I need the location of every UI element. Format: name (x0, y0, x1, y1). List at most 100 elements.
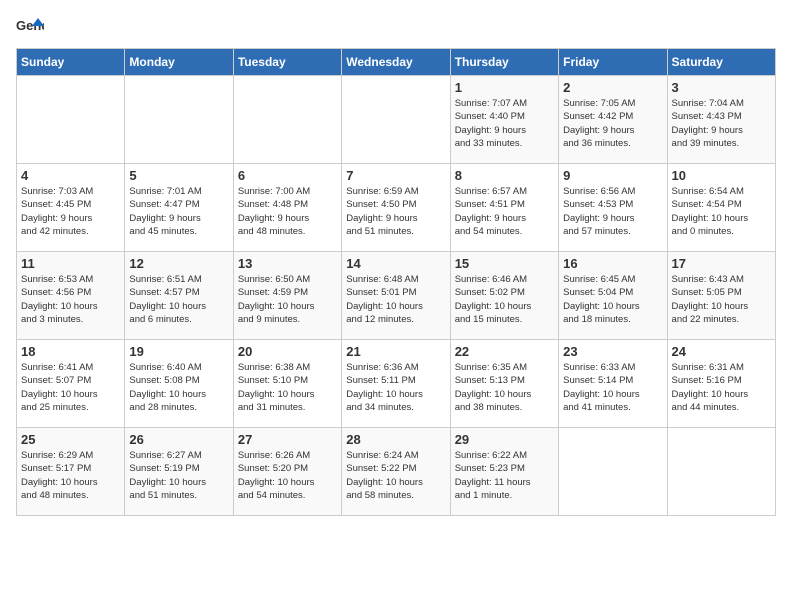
calendar-cell (125, 76, 233, 164)
day-number: 6 (238, 168, 337, 183)
calendar-cell: 1 Sunrise: 7:07 AM Sunset: 4:40 PM Daylig… (450, 76, 558, 164)
calendar-week-row: 1 Sunrise: 7:07 AM Sunset: 4:40 PM Daylig… (17, 76, 776, 164)
calendar-cell: 20 Sunrise: 6:38 AM Sunset: 5:10 PM Dayli… (233, 340, 341, 428)
day-number: 23 (563, 344, 662, 359)
day-number: 7 (346, 168, 445, 183)
calendar-cell: 4 Sunrise: 7:03 AM Sunset: 4:45 PM Daylig… (17, 164, 125, 252)
day-number: 15 (455, 256, 554, 271)
day-number: 26 (129, 432, 228, 447)
weekday-header: Tuesday (233, 49, 341, 76)
calendar-cell: 2 Sunrise: 7:05 AM Sunset: 4:42 PM Daylig… (559, 76, 667, 164)
day-number: 13 (238, 256, 337, 271)
calendar-week-row: 4 Sunrise: 7:03 AM Sunset: 4:45 PM Daylig… (17, 164, 776, 252)
day-number: 8 (455, 168, 554, 183)
weekday-header: Sunday (17, 49, 125, 76)
day-info: Sunrise: 6:56 AM Sunset: 4:53 PM Dayligh… (563, 185, 662, 238)
header: General (16, 16, 776, 38)
weekday-header: Thursday (450, 49, 558, 76)
day-info: Sunrise: 6:43 AM Sunset: 5:05 PM Dayligh… (672, 273, 771, 326)
calendar-cell: 27 Sunrise: 6:26 AM Sunset: 5:20 PM Dayli… (233, 428, 341, 516)
day-info: Sunrise: 6:51 AM Sunset: 4:57 PM Dayligh… (129, 273, 228, 326)
calendar-cell: 18 Sunrise: 6:41 AM Sunset: 5:07 PM Dayli… (17, 340, 125, 428)
day-info: Sunrise: 6:48 AM Sunset: 5:01 PM Dayligh… (346, 273, 445, 326)
day-number: 12 (129, 256, 228, 271)
day-number: 19 (129, 344, 228, 359)
calendar-cell (559, 428, 667, 516)
day-info: Sunrise: 6:22 AM Sunset: 5:23 PM Dayligh… (455, 449, 554, 502)
logo: General (16, 16, 48, 38)
day-number: 10 (672, 168, 771, 183)
weekday-header: Saturday (667, 49, 775, 76)
calendar-table: SundayMondayTuesdayWednesdayThursdayFrid… (16, 48, 776, 516)
calendar-cell (17, 76, 125, 164)
calendar-cell: 12 Sunrise: 6:51 AM Sunset: 4:57 PM Dayli… (125, 252, 233, 340)
day-number: 28 (346, 432, 445, 447)
calendar-cell: 17 Sunrise: 6:43 AM Sunset: 5:05 PM Dayli… (667, 252, 775, 340)
day-info: Sunrise: 6:45 AM Sunset: 5:04 PM Dayligh… (563, 273, 662, 326)
day-info: Sunrise: 7:04 AM Sunset: 4:43 PM Dayligh… (672, 97, 771, 150)
calendar-cell: 26 Sunrise: 6:27 AM Sunset: 5:19 PM Dayli… (125, 428, 233, 516)
day-info: Sunrise: 6:24 AM Sunset: 5:22 PM Dayligh… (346, 449, 445, 502)
calendar-cell: 7 Sunrise: 6:59 AM Sunset: 4:50 PM Daylig… (342, 164, 450, 252)
day-number: 9 (563, 168, 662, 183)
day-number: 20 (238, 344, 337, 359)
calendar-cell: 3Sunrise: 7:04 AM Sunset: 4:43 PM Daylig… (667, 76, 775, 164)
day-number: 24 (672, 344, 771, 359)
calendar-cell: 23Sunrise: 6:33 AM Sunset: 5:14 PM Dayli… (559, 340, 667, 428)
day-info: Sunrise: 6:26 AM Sunset: 5:20 PM Dayligh… (238, 449, 337, 502)
day-number: 27 (238, 432, 337, 447)
day-info: Sunrise: 6:41 AM Sunset: 5:07 PM Dayligh… (21, 361, 120, 414)
calendar-cell: 21 Sunrise: 6:36 AM Sunset: 5:11 PM Dayli… (342, 340, 450, 428)
calendar-week-row: 11 Sunrise: 6:53 AM Sunset: 4:56 PM Dayli… (17, 252, 776, 340)
day-number: 4 (21, 168, 120, 183)
day-info: Sunrise: 6:53 AM Sunset: 4:56 PM Dayligh… (21, 273, 120, 326)
day-number: 14 (346, 256, 445, 271)
day-info: Sunrise: 6:59 AM Sunset: 4:50 PM Dayligh… (346, 185, 445, 238)
day-info: Sunrise: 6:27 AM Sunset: 5:19 PM Dayligh… (129, 449, 228, 502)
day-info: Sunrise: 7:03 AM Sunset: 4:45 PM Dayligh… (21, 185, 120, 238)
day-number: 22 (455, 344, 554, 359)
weekday-header: Wednesday (342, 49, 450, 76)
calendar-cell: 19Sunrise: 6:40 AM Sunset: 5:08 PM Dayli… (125, 340, 233, 428)
weekday-header-row: SundayMondayTuesdayWednesdayThursdayFrid… (17, 49, 776, 76)
calendar-week-row: 18 Sunrise: 6:41 AM Sunset: 5:07 PM Dayli… (17, 340, 776, 428)
calendar-cell (233, 76, 341, 164)
day-info: Sunrise: 6:36 AM Sunset: 5:11 PM Dayligh… (346, 361, 445, 414)
day-number: 21 (346, 344, 445, 359)
calendar-cell: 10Sunrise: 6:54 AM Sunset: 4:54 PM Dayli… (667, 164, 775, 252)
calendar-cell: 22 Sunrise: 6:35 AM Sunset: 5:13 PM Dayli… (450, 340, 558, 428)
calendar-week-row: 25 Sunrise: 6:29 AM Sunset: 5:17 PM Dayli… (17, 428, 776, 516)
day-number: 5 (129, 168, 228, 183)
calendar-cell: 15 Sunrise: 6:46 AM Sunset: 5:02 PM Dayli… (450, 252, 558, 340)
day-info: Sunrise: 6:46 AM Sunset: 5:02 PM Dayligh… (455, 273, 554, 326)
day-number: 16 (563, 256, 662, 271)
calendar-cell (342, 76, 450, 164)
calendar-cell: 13 Sunrise: 6:50 AM Sunset: 4:59 PM Dayli… (233, 252, 341, 340)
day-info: Sunrise: 6:35 AM Sunset: 5:13 PM Dayligh… (455, 361, 554, 414)
day-info: Sunrise: 7:01 AM Sunset: 4:47 PM Dayligh… (129, 185, 228, 238)
day-info: Sunrise: 6:57 AM Sunset: 4:51 PM Dayligh… (455, 185, 554, 238)
day-info: Sunrise: 6:38 AM Sunset: 5:10 PM Dayligh… (238, 361, 337, 414)
day-number: 18 (21, 344, 120, 359)
calendar-cell (667, 428, 775, 516)
day-info: Sunrise: 6:29 AM Sunset: 5:17 PM Dayligh… (21, 449, 120, 502)
day-number: 2 (563, 80, 662, 95)
calendar-cell: 29 Sunrise: 6:22 AM Sunset: 5:23 PM Dayli… (450, 428, 558, 516)
day-number: 11 (21, 256, 120, 271)
day-number: 29 (455, 432, 554, 447)
day-number: 25 (21, 432, 120, 447)
day-info: Sunrise: 7:07 AM Sunset: 4:40 PM Dayligh… (455, 97, 554, 150)
calendar-cell: 9 Sunrise: 6:56 AM Sunset: 4:53 PM Daylig… (559, 164, 667, 252)
calendar-cell: 16 Sunrise: 6:45 AM Sunset: 5:04 PM Dayli… (559, 252, 667, 340)
calendar-cell: 24Sunrise: 6:31 AM Sunset: 5:16 PM Dayli… (667, 340, 775, 428)
calendar-cell: 5 Sunrise: 7:01 AM Sunset: 4:47 PM Daylig… (125, 164, 233, 252)
weekday-header: Monday (125, 49, 233, 76)
calendar-cell: 25 Sunrise: 6:29 AM Sunset: 5:17 PM Dayli… (17, 428, 125, 516)
day-info: Sunrise: 6:50 AM Sunset: 4:59 PM Dayligh… (238, 273, 337, 326)
day-number: 17 (672, 256, 771, 271)
day-info: Sunrise: 7:05 AM Sunset: 4:42 PM Dayligh… (563, 97, 662, 150)
day-info: Sunrise: 7:00 AM Sunset: 4:48 PM Dayligh… (238, 185, 337, 238)
day-number: 1 (455, 80, 554, 95)
weekday-header: Friday (559, 49, 667, 76)
calendar-cell: 8 Sunrise: 6:57 AM Sunset: 4:51 PM Daylig… (450, 164, 558, 252)
